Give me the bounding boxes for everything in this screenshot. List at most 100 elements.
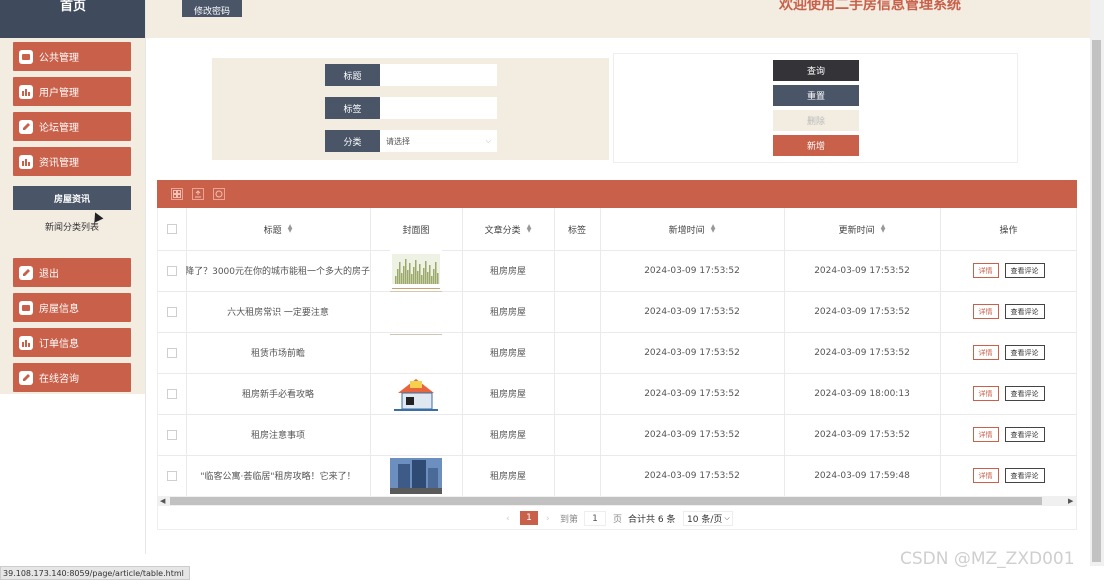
table-cell-tag — [554, 332, 600, 373]
header-category[interactable]: 文章分类 ▲ ▼ — [462, 208, 554, 250]
print-icon[interactable] — [213, 188, 225, 200]
scroll-left-icon[interactable]: ◀ — [160, 497, 165, 505]
delete-button[interactable]: 删除 — [773, 110, 859, 131]
detail-button[interactable]: 详情 — [972, 386, 999, 401]
table-cell-cb[interactable] — [157, 332, 186, 373]
add-button[interactable]: 新增 — [773, 135, 859, 156]
table-cell-title: 租赁市场前瞻 — [186, 332, 370, 373]
view-comments-button[interactable]: 查看评论 — [1004, 427, 1045, 442]
row-checkbox[interactable] — [166, 429, 177, 440]
row-checkbox[interactable] — [166, 265, 177, 276]
table-cell-operation[interactable]: 详情 查看评论 — [940, 332, 1077, 373]
change-password-button[interactable]: 修改密码 — [182, 0, 242, 17]
table-cell-operation[interactable]: 详情 查看评论 — [940, 373, 1077, 414]
page-size-select[interactable]: 10 条/页 ⌵ — [683, 511, 733, 526]
vertical-scrollbar-thumb[interactable] — [1092, 40, 1101, 562]
table-cell-operation[interactable]: 详情 查看评论 — [940, 291, 1077, 332]
header-cb[interactable] — [157, 208, 186, 250]
table-cell-cb[interactable] — [157, 414, 186, 455]
submenu-house-news[interactable]: 房屋资讯 — [13, 186, 131, 210]
page-1-button[interactable]: 1 — [520, 511, 538, 525]
query-button[interactable]: 查询 — [773, 60, 859, 81]
table-cell-updated: 2024-03-09 17:59:48 — [784, 455, 940, 496]
scroll-right-icon[interactable]: ▶ — [1068, 497, 1073, 505]
table-cell-cb[interactable] — [157, 291, 186, 332]
menu-label: 公共管理 — [39, 53, 79, 64]
edit-icon — [19, 370, 33, 385]
prev-page-icon[interactable]: ‹ — [506, 511, 510, 526]
menu-label: 退出 — [39, 269, 59, 280]
detail-button[interactable]: 详情 — [972, 345, 999, 360]
sort-icon[interactable]: ▲ ▼ — [711, 224, 716, 234]
export-icon[interactable] — [192, 188, 204, 200]
select-all-checkbox[interactable] — [166, 224, 177, 234]
columns-icon[interactable] — [171, 188, 183, 200]
table-cell-created: 2024-03-09 17:53:52 — [600, 250, 784, 291]
table-cell-category: 租房房屋 — [462, 455, 554, 496]
cover-chart-thumbnail — [390, 250, 442, 291]
row-checkbox[interactable] — [166, 347, 177, 358]
table-cell-operation[interactable]: 详情 查看评论 — [940, 455, 1077, 496]
cell-text: 2024-03-09 18:00:13 — [814, 388, 910, 399]
row-checkbox[interactable] — [166, 388, 177, 399]
table-cell-cover — [370, 250, 462, 291]
tag-input[interactable] — [380, 97, 497, 119]
goto-page-input[interactable]: 1 — [584, 511, 606, 526]
submenu-news-category-list[interactable]: 新闻分类列表 — [13, 220, 131, 233]
header-created[interactable]: 新增时间 ▲ ▼ — [600, 208, 784, 250]
view-comments-button[interactable]: 查看评论 — [1004, 468, 1045, 483]
table-cell-operation[interactable]: 详情 查看评论 — [940, 414, 1077, 455]
menu-online-consult[interactable]: 在线咨询 — [13, 363, 131, 392]
menu-public-management[interactable]: 公共管理 — [13, 42, 131, 71]
home-title[interactable]: 首页 — [0, 0, 146, 14]
bar-chart-icon — [19, 335, 33, 350]
sort-icon[interactable]: ▲ ▼ — [881, 224, 886, 234]
reset-button[interactable]: 重置 — [773, 85, 859, 106]
horizontal-scrollbar-thumb[interactable] — [170, 497, 1042, 505]
header-updated[interactable]: 更新时间 ▲ ▼ — [784, 208, 940, 250]
table-cell-cb[interactable] — [157, 455, 186, 496]
cell-text: 租房房屋 — [489, 349, 526, 359]
sort-icon[interactable]: ▲ ▼ — [288, 224, 293, 234]
table-cell-created: 2024-03-09 17:53:52 — [600, 332, 784, 373]
cell-text: 租房房屋 — [489, 472, 526, 482]
view-comments-button[interactable]: 查看评论 — [1004, 345, 1045, 360]
menu-forum-management[interactable]: 论坛管理 — [13, 112, 131, 141]
cell-text: 租房房屋 — [489, 431, 526, 441]
next-page-icon[interactable]: › — [546, 511, 550, 526]
table-cell-cb[interactable] — [157, 250, 186, 291]
table-cell-category: 租房房屋 — [462, 414, 554, 455]
view-comments-button[interactable]: 查看评论 — [1004, 386, 1045, 401]
table-cell-title: 六大租房常识 一定要注意 — [186, 291, 370, 332]
row-checkbox[interactable] — [166, 306, 177, 317]
detail-button[interactable]: 详情 — [972, 468, 999, 483]
sort-icon[interactable]: ▲ ▼ — [527, 224, 532, 234]
title-input[interactable] — [380, 64, 497, 86]
cell-text: 租降了？3000元在你的城市能租一个多大的房子 — [186, 267, 370, 277]
menu-news-management[interactable]: 资讯管理 — [13, 147, 131, 176]
detail-button[interactable]: 详情 — [972, 427, 999, 442]
menu-logout[interactable]: 退出 — [13, 258, 131, 287]
cell-text: 租赁市场前瞻 — [250, 349, 305, 359]
category-select[interactable]: 请选择 ⌵ — [380, 130, 497, 152]
menu-user-management[interactable]: 用户管理 — [13, 77, 131, 106]
header-label: 新增时间 — [668, 225, 705, 236]
detail-button[interactable]: 详情 — [972, 263, 999, 278]
view-comments-button[interactable]: 查看评论 — [1004, 263, 1045, 278]
table-cell-cover — [370, 455, 462, 496]
menu-house-info[interactable]: 房屋信息 — [13, 293, 131, 322]
row-checkbox[interactable] — [166, 470, 177, 481]
menu-order-info[interactable]: 订单信息 — [13, 328, 131, 357]
table-cell-operation[interactable]: 详情 查看评论 — [940, 250, 1077, 291]
view-comments-button[interactable]: 查看评论 — [1004, 304, 1045, 319]
header-title[interactable]: 标题 ▲ ▼ — [186, 208, 370, 250]
table-cell-cb[interactable] — [157, 373, 186, 414]
table-cell-category: 租房房屋 — [462, 373, 554, 414]
table-cell-category: 租房房屋 — [462, 291, 554, 332]
welcome-title: 欢迎使用二手房信息管理系统 — [779, 0, 961, 13]
detail-button[interactable]: 详情 — [972, 304, 999, 319]
content-divider — [145, 0, 146, 554]
chevron-down-icon: ⌵ — [485, 136, 491, 145]
table-cell-updated: 2024-03-09 17:53:52 — [784, 332, 940, 373]
cell-text: 租房新手必看攻略 — [241, 390, 314, 400]
